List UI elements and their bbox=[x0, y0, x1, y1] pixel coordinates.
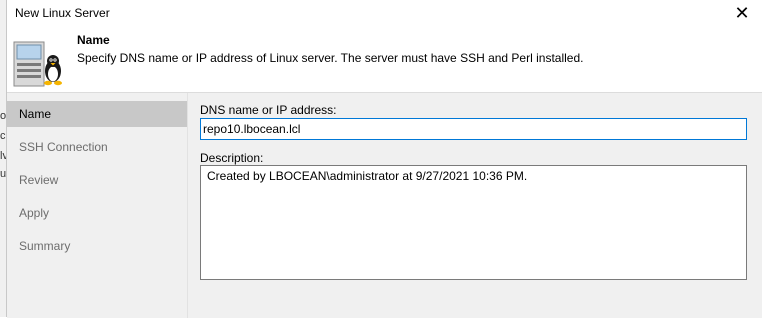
dns-name-label: DNS name or IP address: bbox=[200, 103, 337, 117]
wizard-steps-nav: Name SSH Connection Review Apply Summary bbox=[7, 93, 187, 318]
nav-step-name[interactable]: Name bbox=[7, 101, 187, 127]
step-description: Specify DNS name or IP address of Linux … bbox=[77, 51, 584, 65]
nav-step-ssh-connection[interactable]: SSH Connection bbox=[7, 134, 187, 160]
nav-step-review[interactable]: Review bbox=[7, 167, 187, 193]
nav-step-summary[interactable]: Summary bbox=[7, 233, 187, 259]
description-textarea[interactable]: Created by LBOCEAN\administrator at 9/27… bbox=[200, 165, 747, 280]
dialog-titlebar[interactable]: New Linux Server ✕ bbox=[7, 0, 762, 26]
description-label: Description: bbox=[200, 151, 264, 165]
nav-step-apply[interactable]: Apply bbox=[7, 200, 187, 226]
background-text-fragment: c bbox=[0, 130, 6, 142]
close-icon[interactable]: ✕ bbox=[727, 0, 757, 26]
wizard-body: Name SSH Connection Review Apply Summary… bbox=[7, 92, 762, 318]
dns-name-input[interactable] bbox=[200, 118, 747, 140]
step-title: Name bbox=[77, 33, 110, 47]
dialog-title: New Linux Server bbox=[15, 6, 110, 20]
wizard-content: DNS name or IP address: Description: Cre… bbox=[187, 93, 762, 318]
wizard-header: Name Specify DNS name or IP address of L… bbox=[7, 26, 762, 92]
linux-server-icon bbox=[13, 41, 62, 87]
new-linux-server-dialog: New Linux Server ✕ Name Specify DNS name… bbox=[6, 0, 762, 318]
